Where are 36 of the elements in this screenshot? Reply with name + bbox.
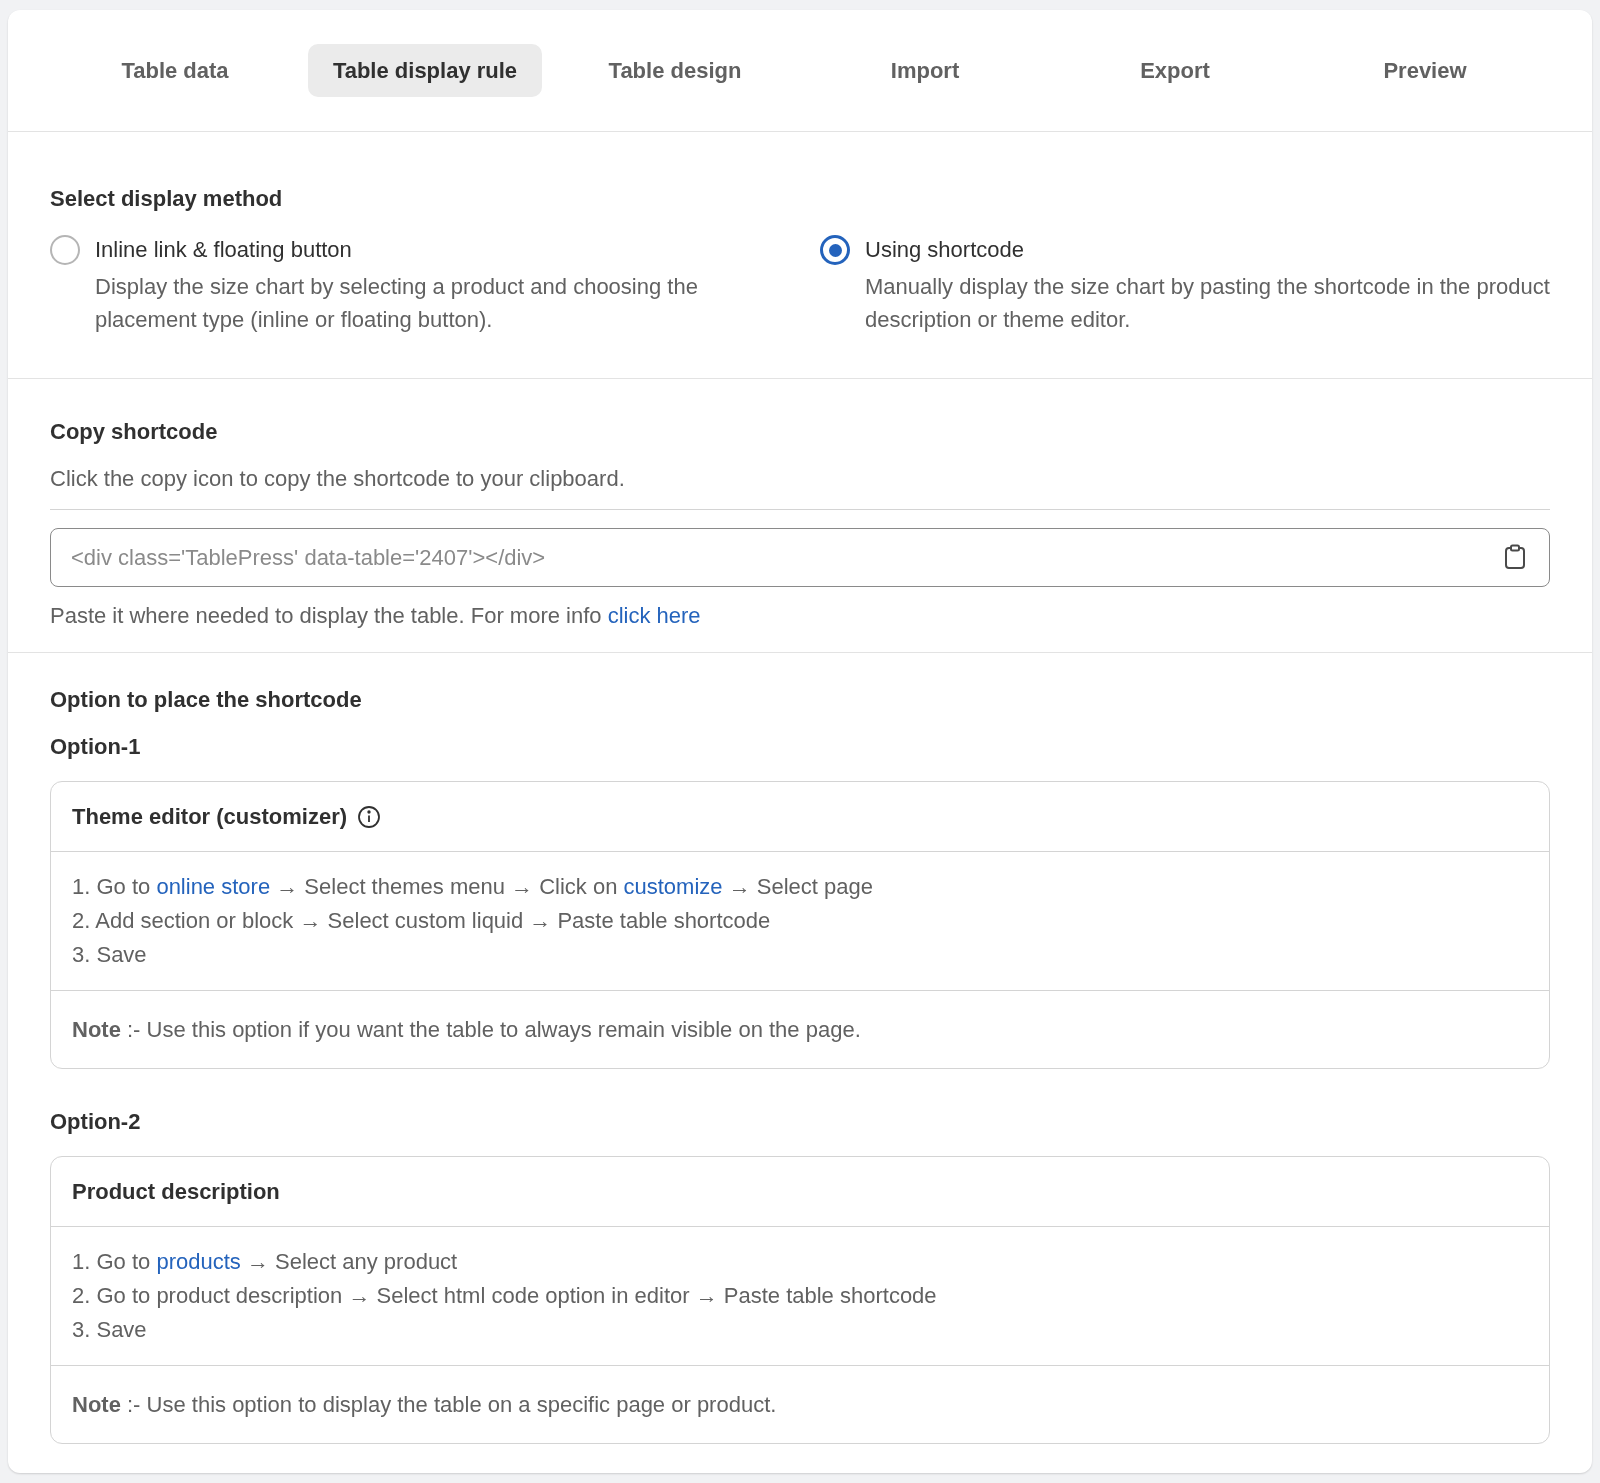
section-title: Option to place the shortcode [50,686,363,714]
step-text: 3. Save [72,1316,148,1344]
option-heading: Option-1 [50,733,142,761]
step-text: 2. Add section or block → Select custom liquid → Paste table shortcode [72,907,772,935]
copy-icon[interactable] [1503,544,1527,570]
tab[interactable]: Table design [583,44,767,97]
card-title: Theme editor (customizer) [72,803,348,831]
link[interactable]: products [156,1249,241,1274]
option-heading: Option-2 [50,1108,142,1136]
radio-button[interactable] [820,235,850,265]
option-description: Manually display the size chart by pasting the shortcode in the product description or theme editor. [865,273,1550,334]
link[interactable]: customize [623,874,723,899]
tab[interactable]: Preview [1358,44,1492,97]
tab[interactable]: Import [865,44,985,97]
link[interactable]: online store [156,874,271,899]
section-title: Select display method [50,185,284,213]
radio-button[interactable] [50,235,80,265]
tab[interactable]: Export [1115,44,1235,97]
step-text: 3. Save [72,941,148,969]
option-label: Using shortcode [865,236,1025,264]
step-text: 2. Go to product description → Select html code option in editor → Paste table shortcode [72,1282,938,1310]
option-label: Inline link & floating button [95,236,353,264]
tab[interactable]: Table display rule [307,44,543,97]
help-text: Paste it where needed to display the table. For more info click here [50,602,702,630]
link[interactable]: click here [607,603,701,628]
note-text: Note :- Use this option to display the table on a specific page or product. [71,1391,778,1419]
section-title: Copy shortcode [50,418,219,446]
step-text: 1. Go to online store → Select themes menu → Click on customize → Select page [72,873,874,901]
info-icon[interactable] [357,804,382,829]
tab[interactable]: Table data [96,44,254,97]
section-subtitle: Click the copy icon to copy the shortcode to your clipboard. [50,462,1550,510]
shortcode-field[interactable]: <div class='TablePress' data-table='2407'></div> [50,528,1550,587]
card-title: Product description [72,1178,280,1206]
step-text: 1. Go to products → Select any product [72,1248,459,1276]
option-description: Display the size chart by selecting a product and choosing the placement type (inline or floating button). [95,273,699,334]
note-text: Note :- Use this option if you want the table to always remain visible on the page. [71,1016,862,1044]
